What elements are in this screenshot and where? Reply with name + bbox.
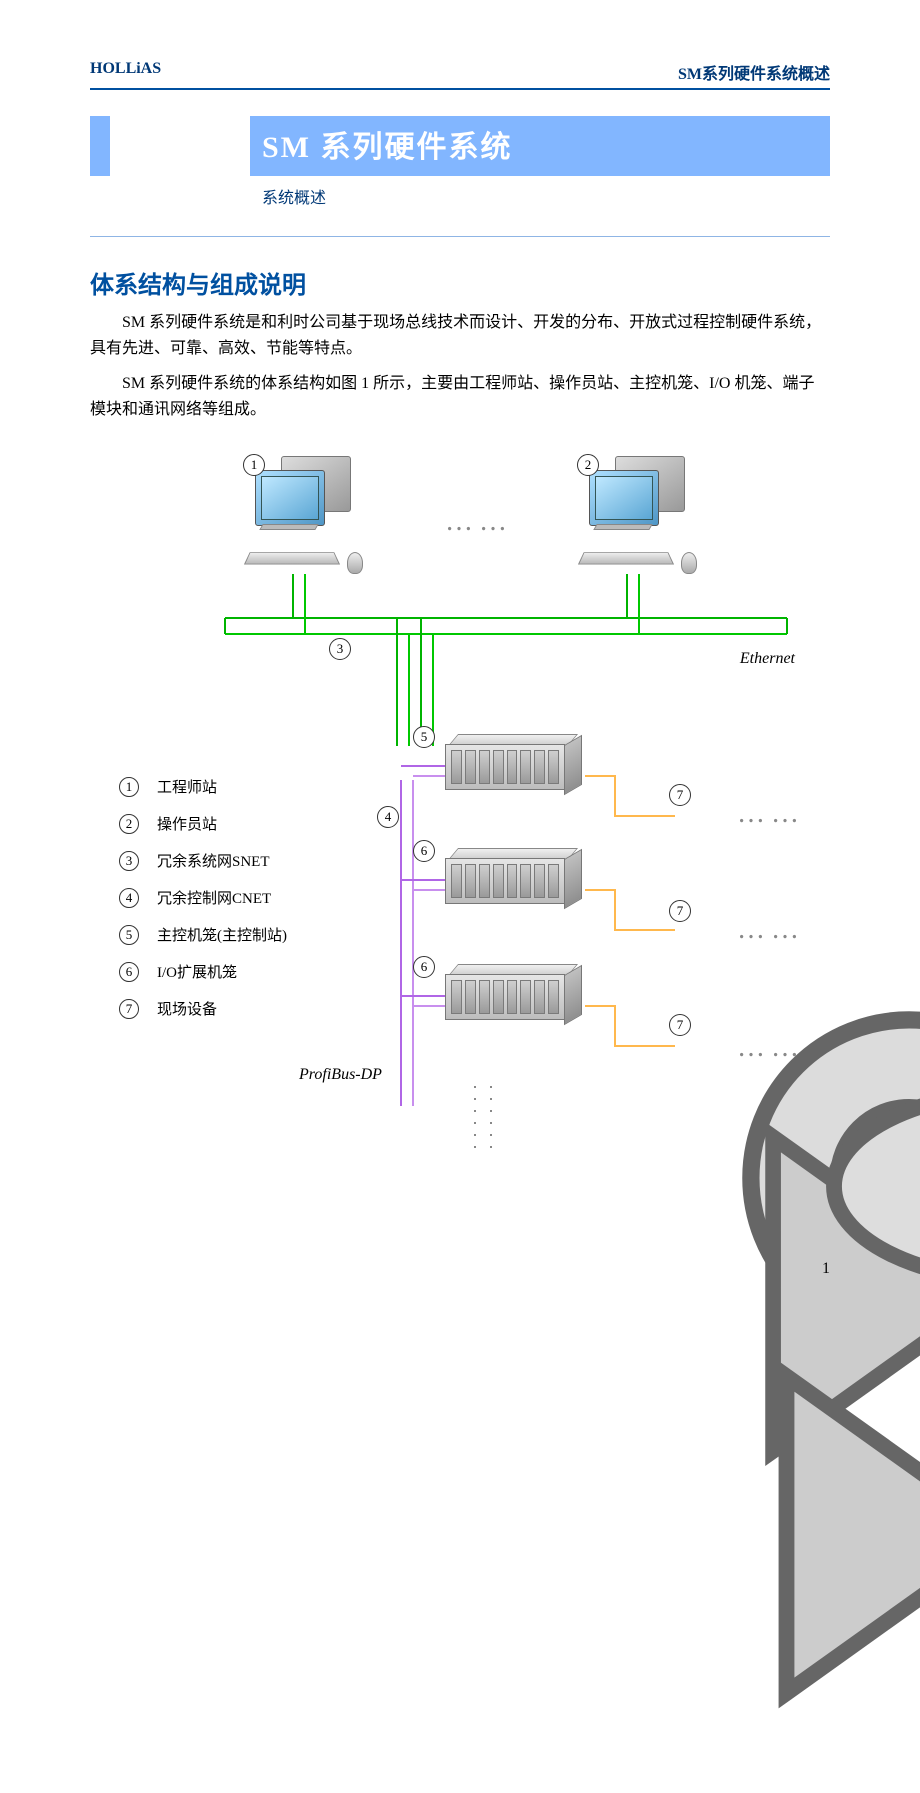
paragraph-2: SM 系列硬件系统的体系结构如图 1 所示，主要由工程师站、操作员站、主控机笼、… <box>90 371 830 422</box>
legend-label: 冗余控制网CNET <box>157 887 271 908</box>
legend-num: 6 <box>119 962 139 982</box>
page-header: HOLLiAS SM系列硬件系统概述 <box>90 60 830 90</box>
ellipsis-d1: …… <box>737 798 805 830</box>
ethernet-label: Ethernet <box>740 650 795 668</box>
legend-label: 冗余系统网SNET <box>157 850 270 871</box>
legend-label: I/O扩展机笼 <box>157 961 237 982</box>
legend-row: 4 冗余控制网CNET <box>119 887 287 908</box>
badge-6b: 6 <box>413 956 435 978</box>
title-main-bar: SM 系列硬件系统 <box>250 116 830 176</box>
legend-num: 5 <box>119 925 139 945</box>
legend-num: 4 <box>119 888 139 908</box>
document-title: SM 系列硬件系统 <box>262 122 818 166</box>
legend-row: 6 I/O扩展机笼 <box>119 961 287 982</box>
ellipsis-d2: …… <box>737 914 805 946</box>
section-heading: 体系结构与组成说明 <box>90 265 830 300</box>
operator-station-icon: 2 <box>577 454 707 574</box>
page-number: 1 <box>822 1260 830 1278</box>
ellipsis-d3: …… <box>737 1032 805 1064</box>
field-device-actuator-icon: 7 <box>679 1028 920 1793</box>
diagram-legend: 1 工程师站 2 操作员站 3 冗余系统网SNET 4 冗余控制网CNET 5 主控机笼(… <box>119 776 287 1035</box>
subtitle-row: 系统概述 <box>90 178 830 212</box>
legend-num: 1 <box>119 777 139 797</box>
title-accent-bar <box>90 116 110 176</box>
header-right: SM系列硬件系统概述 <box>678 60 830 84</box>
ellipsis-top: …… <box>445 506 513 538</box>
title-block: SM 系列硬件系统 <box>90 116 830 176</box>
legend-label: 主控机笼(主控制站) <box>157 924 287 945</box>
badge-5: 5 <box>413 726 435 748</box>
document-subtitle: 系统概述 <box>250 178 326 212</box>
legend-num: 7 <box>119 999 139 1019</box>
badge-3: 3 <box>329 638 351 660</box>
architecture-diagram: 1 2 …… 3 Ethernet 5 4 6 <box>90 446 830 1206</box>
legend-row: 7 现场设备 <box>119 998 287 1019</box>
legend-row: 2 操作员站 <box>119 813 287 834</box>
divider <box>90 236 830 237</box>
legend-row: 3 冗余系统网SNET <box>119 850 287 871</box>
engineer-station-icon: 1 <box>243 454 373 574</box>
legend-row: 5 主控机笼(主控制站) <box>119 924 287 945</box>
header-left: HOLLiAS <box>90 60 161 84</box>
main-control-rack-icon: 5 <box>445 734 595 800</box>
io-rack-1-icon: 6 <box>445 848 595 914</box>
legend-label: 操作员站 <box>157 813 217 834</box>
io-rack-2-icon: 6 <box>445 964 595 1030</box>
paragraph-1: SM 系列硬件系统是和利时公司基于现场总线技术而设计、开发的分布、开放式过程控制… <box>90 310 830 361</box>
badge-6a: 6 <box>413 840 435 862</box>
legend-label: 现场设备 <box>157 998 217 1019</box>
legend-row: 1 工程师站 <box>119 776 287 797</box>
legend-num: 3 <box>119 851 139 871</box>
badge-4: 4 <box>377 806 399 828</box>
document-page: HOLLiAS SM系列硬件系统概述 SM 系列硬件系统 系统概述 体系结构与组… <box>0 0 920 1302</box>
legend-num: 2 <box>119 814 139 834</box>
profibus-label: ProfiBus-DP <box>299 1066 382 1084</box>
legend-label: 工程师站 <box>157 776 217 797</box>
subtitle-spacer <box>90 178 250 212</box>
